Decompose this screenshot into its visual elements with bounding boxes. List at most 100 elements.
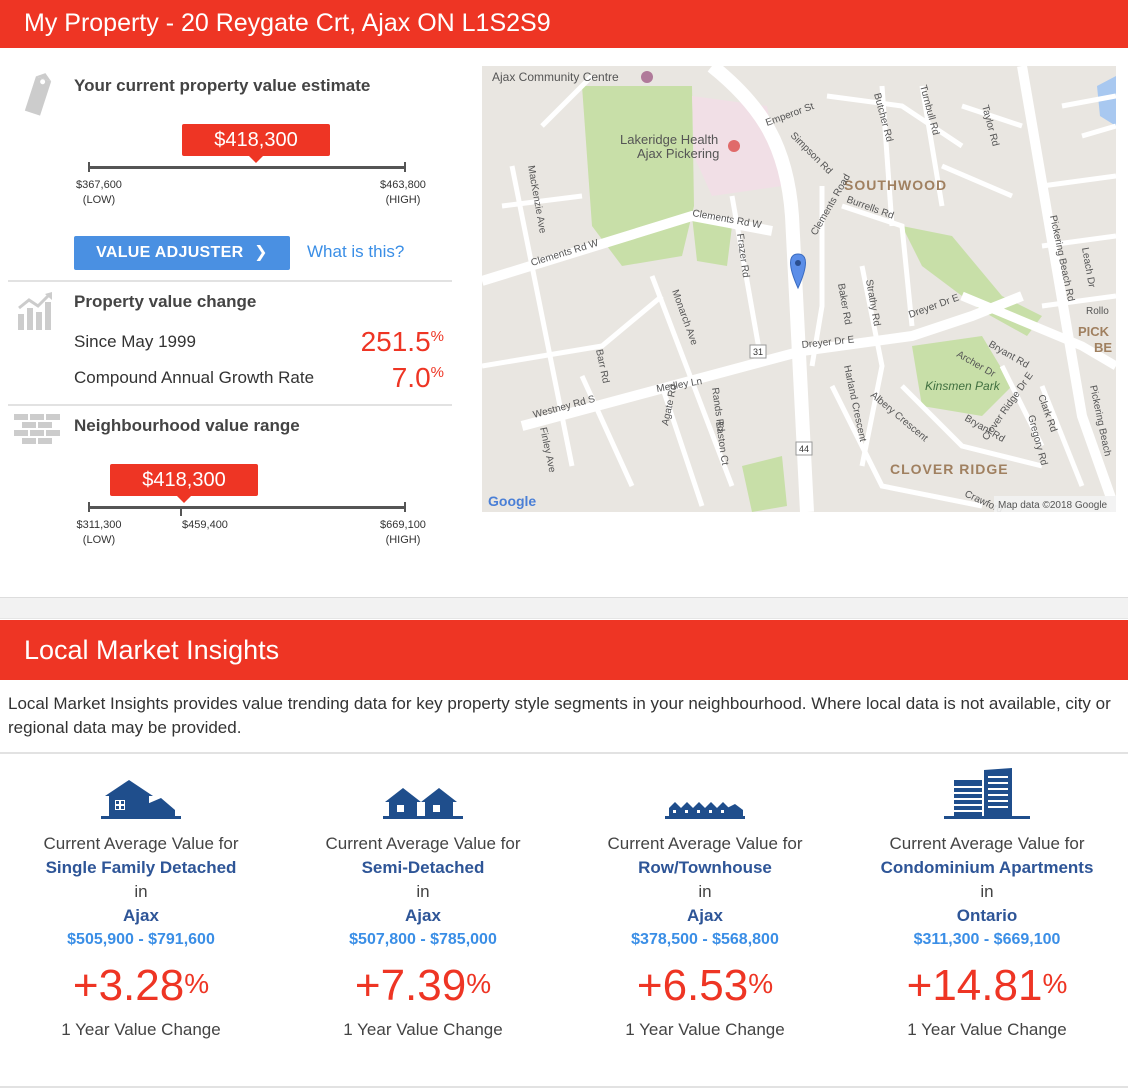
col-prefix: Current Average Value for: [43, 834, 239, 853]
col-in: in: [416, 882, 430, 901]
col-range: $311,300 - $669,100: [913, 931, 1061, 948]
col-type: Single Family Detached: [45, 858, 237, 877]
neighbourhood-heading: Neighbourhood value range: [74, 416, 300, 435]
col-change-number: +3.28: [72, 961, 185, 1010]
col-area: Ajax: [405, 906, 441, 925]
property-header: My Property - 20 Reygate Crt, Ajax ON L1…: [0, 0, 1128, 48]
insights-header: Local Market Insights: [0, 620, 1128, 680]
brick-wall-icon: [14, 414, 60, 449]
map-label-lakeridge: Lakeridge Health: [620, 132, 718, 147]
price-tag-icon: [16, 72, 60, 125]
route-44-label: 44: [799, 444, 809, 454]
col-change-number: +7.39: [354, 961, 467, 1010]
estimate-high-value: $463,800: [380, 179, 426, 191]
property-map[interactable]: Ajax Community Centre Lakeridge Health A…: [482, 66, 1116, 512]
route-31-label: 31: [753, 347, 763, 357]
col-change-unit: %: [184, 968, 210, 999]
estimate-low-label: (LOW): [82, 194, 116, 206]
col-type: Semi-Detached: [361, 858, 485, 877]
col-footer: 1 Year Value Change: [907, 1020, 1067, 1039]
estimate-heading: Your current property value estimate: [74, 76, 371, 95]
value-adjuster-label: VALUE ADJUSTER: [96, 244, 244, 261]
map-label-kinsmen-park: Kinsmen Park: [925, 379, 1001, 393]
insights-intro: Local Market Insights provides value tre…: [8, 694, 1111, 737]
map-label-ajax-pickering: Ajax Pickering: [637, 146, 719, 161]
neighbourhood-mid-value: $459,400: [182, 519, 228, 531]
map-label-community-centre: Ajax Community Centre: [492, 70, 619, 84]
neighbourhood-low-label: (LOW): [82, 534, 116, 546]
col-area: Ontario: [956, 906, 1018, 925]
neighbourhood-mid-tick: [180, 508, 182, 516]
map-attribution[interactable]: Map data ©2018 Google: [998, 500, 1108, 511]
col-in: in: [980, 882, 994, 901]
col-change-number: +6.53: [636, 961, 749, 1010]
divider: [8, 280, 452, 282]
google-logo: Google: [488, 493, 536, 509]
insight-semi-detached: Current Average Value for Semi-Detached …: [282, 764, 564, 1042]
change-cagr-unit: %: [430, 364, 444, 381]
col-prefix: Current Average Value for: [325, 834, 521, 853]
townhouse-icon: [564, 764, 846, 820]
change-cagr-value: 7.0%: [392, 362, 444, 394]
insight-single-family: Current Average Value for Single Family …: [0, 764, 282, 1042]
map-street-rollo: Rollo: [1086, 306, 1109, 317]
change-since-number: 251.5: [360, 326, 431, 357]
col-footer: 1 Year Value Change: [625, 1020, 785, 1039]
what-is-this-link[interactable]: What is this?: [307, 242, 404, 262]
col-prefix: Current Average Value for: [607, 834, 803, 853]
chevron-right-icon: ❯: [254, 244, 268, 261]
col-range: $505,900 - $791,600: [67, 931, 215, 948]
neighbourhood-mid: $459,400: [172, 518, 238, 533]
col-type: Condominium Apartments: [880, 858, 1094, 877]
change-since-value: 251.5%: [361, 326, 444, 358]
neighbourhood-high-value: $669,100: [380, 519, 426, 531]
change-cagr-label: Compound Annual Growth Rate: [74, 368, 315, 387]
change-row-since: Since May 1999 251.5%: [0, 326, 444, 360]
divider: [8, 404, 452, 406]
neighbourhood-low-value: $311,300: [76, 519, 122, 531]
col-footer: 1 Year Value Change: [61, 1020, 221, 1039]
insight-condominium: Current Average Value for Condominium Ap…: [846, 764, 1128, 1042]
estimate-low: $367,600 (LOW): [66, 178, 132, 208]
condo-icon: [846, 764, 1128, 820]
change-since-unit: %: [430, 328, 444, 345]
semi-detached-icon: [282, 764, 564, 820]
neighbourhood-low: $311,300 (LOW): [66, 518, 132, 548]
neighbourhood-value: $418,300: [142, 469, 226, 491]
col-in: in: [698, 882, 712, 901]
col-range: $378,500 - $568,800: [631, 931, 779, 948]
col-change-unit: %: [1042, 968, 1068, 999]
estimate-high-label: (HIGH): [385, 194, 421, 206]
neighbourhood-high-label: (HIGH): [385, 534, 421, 546]
col-area: Ajax: [687, 906, 723, 925]
neighbourhood-high: $669,100 (HIGH): [370, 518, 436, 548]
house-icon: [0, 764, 282, 820]
col-change: +14.81%: [846, 958, 1128, 1014]
value-adjuster-button[interactable]: VALUE ADJUSTER ❯: [74, 236, 290, 270]
estimate-high: $463,800 (HIGH): [370, 178, 436, 208]
change-row-cagr: Compound Annual Growth Rate 7.0%: [0, 362, 444, 396]
divider: [0, 1086, 1128, 1088]
map-label-pick: PICK: [1078, 324, 1110, 339]
map-label-southwood: SOUTHWOOD: [844, 177, 947, 193]
change-since-label: Since May 1999: [74, 332, 196, 351]
estimate-range-track: [88, 162, 406, 172]
neighbourhood-value-flag: $418,300: [110, 464, 258, 503]
insight-townhouse: Current Average Value for Row/Townhouse …: [564, 764, 846, 1042]
col-range: $507,800 - $785,000: [349, 931, 497, 948]
col-change-unit: %: [748, 968, 774, 999]
divider: [0, 752, 1128, 754]
col-in: in: [134, 882, 148, 901]
change-heading: Property value change: [74, 292, 257, 311]
col-prefix: Current Average Value for: [889, 834, 1085, 853]
col-type: Row/Townhouse: [638, 858, 772, 877]
neighbourhood-range-track: [88, 502, 406, 512]
estimate-value-flag: $418,300: [182, 124, 330, 163]
map-label-clover-ridge: CLOVER RIDGE: [890, 461, 1009, 477]
estimate-value: $418,300: [214, 129, 298, 151]
col-change-unit: %: [466, 968, 492, 999]
insights-title: Local Market Insights: [24, 635, 280, 665]
property-title: My Property - 20 Reygate Crt, Ajax ON L1…: [24, 9, 551, 37]
col-change: +7.39%: [282, 958, 564, 1014]
map-label-be: BE: [1094, 340, 1112, 355]
